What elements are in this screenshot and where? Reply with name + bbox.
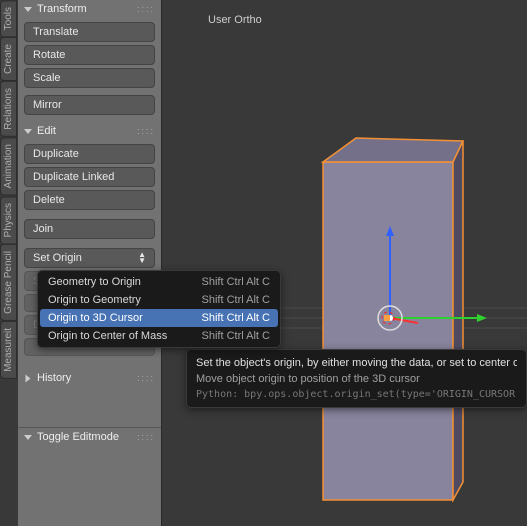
tab-physics[interactable]: Physics	[0, 196, 17, 244]
panel-body-transform: Translate Rotate Scale Mirror	[18, 18, 161, 122]
set-origin-menu: Geometry to Origin Shift Ctrl Alt C Orig…	[37, 270, 281, 348]
tab-tools[interactable]: Tools	[0, 0, 17, 37]
menu-shortcut: Shift Ctrl Alt C	[202, 294, 270, 306]
panel-title: Toggle Editmode	[37, 431, 119, 443]
tab-relations[interactable]: Relations	[0, 81, 17, 137]
updown-icon: ▲▼	[138, 252, 146, 264]
disclosure-icon	[24, 435, 32, 440]
duplicate-linked-button[interactable]: Duplicate Linked	[24, 167, 155, 187]
tooltip: Set the object's origin, by either movin…	[186, 349, 527, 408]
translate-button[interactable]: Translate	[24, 22, 155, 42]
tool-panel: Transform :::: Translate Rotate Scale Mi…	[18, 0, 162, 526]
panel-header-edit[interactable]: Edit ::::	[18, 122, 161, 140]
panel-title: Transform	[37, 3, 87, 15]
set-origin-dropdown[interactable]: Set Origin ▲▼	[24, 248, 155, 268]
panel-title: History	[37, 372, 71, 384]
panel-title: Edit	[37, 125, 56, 137]
menu-label: Origin to 3D Cursor	[48, 312, 143, 324]
viewport-scene	[163, 0, 527, 526]
menu-label: Geometry to Origin	[48, 276, 141, 288]
menu-item-origin-to-geometry[interactable]: Origin to Geometry Shift Ctrl Alt C	[40, 291, 278, 309]
disclosure-icon	[24, 7, 32, 12]
menu-item-origin-to-center-of-mass[interactable]: Origin to Center of Mass Shift Ctrl Alt …	[40, 327, 278, 345]
3d-viewport[interactable]: User Ortho	[163, 0, 527, 526]
drag-icon: ::::	[137, 373, 155, 383]
menu-label: Origin to Geometry	[48, 294, 141, 306]
menu-item-geometry-to-origin[interactable]: Geometry to Origin Shift Ctrl Alt C	[40, 273, 278, 291]
tooltip-desc: Move object origin to position of the 3D…	[196, 373, 517, 385]
panel-header-history[interactable]: History ::::	[18, 369, 161, 387]
tab-measureit[interactable]: Measureit	[0, 321, 17, 379]
menu-label: Origin to Center of Mass	[48, 330, 167, 342]
delete-button[interactable]: Delete	[24, 190, 155, 210]
scale-button[interactable]: Scale	[24, 68, 155, 88]
rotate-button[interactable]: Rotate	[24, 45, 155, 65]
duplicate-button[interactable]: Duplicate	[24, 144, 155, 164]
menu-shortcut: Shift Ctrl Alt C	[202, 312, 270, 324]
vertical-tab-strip: Tools Create Relations Animation Physics…	[0, 0, 17, 526]
join-button[interactable]: Join	[24, 219, 155, 239]
drag-icon: ::::	[137, 4, 155, 14]
panel-header-toggle-editmode[interactable]: Toggle Editmode ::::	[18, 427, 161, 446]
drag-icon: ::::	[137, 126, 155, 136]
dropdown-label: Set Origin	[33, 252, 82, 264]
panel-header-transform[interactable]: Transform ::::	[18, 0, 161, 18]
drag-icon: ::::	[137, 432, 155, 442]
tab-create[interactable]: Create	[0, 37, 17, 81]
mirror-button[interactable]: Mirror	[24, 95, 155, 115]
tab-grease-pencil[interactable]: Grease Pencil	[0, 244, 17, 321]
tooltip-python: Python: bpy.ops.object.origin_set(type='…	[196, 389, 517, 400]
disclosure-icon	[26, 374, 31, 382]
menu-item-origin-to-3d-cursor[interactable]: Origin to 3D Cursor Shift Ctrl Alt C	[40, 309, 278, 327]
disclosure-icon	[24, 129, 32, 134]
tooltip-title: Set the object's origin, by either movin…	[196, 357, 517, 369]
tab-animation[interactable]: Animation	[0, 137, 17, 195]
menu-shortcut: Shift Ctrl Alt C	[202, 276, 270, 288]
menu-shortcut: Shift Ctrl Alt C	[202, 330, 270, 342]
